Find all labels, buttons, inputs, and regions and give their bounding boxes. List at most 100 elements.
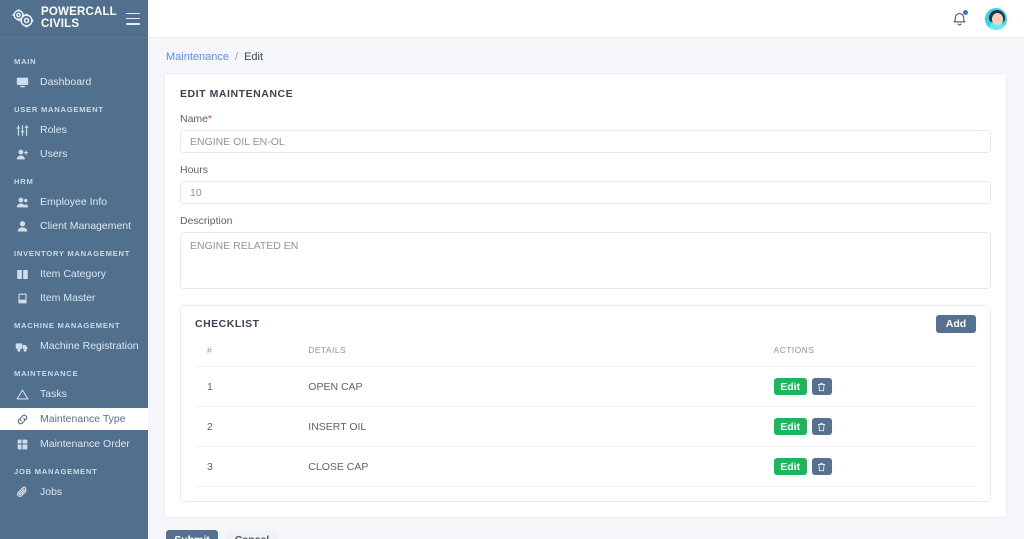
checklist-header: CHECKLIST Add (195, 315, 976, 333)
warning-triangle-icon (14, 387, 30, 401)
sidebar-item-employee-info[interactable]: Employee Info (0, 192, 148, 212)
sidebar-item-dashboard[interactable]: Dashboard (0, 72, 148, 92)
sidebar-section-machine-management: MACHINE MANAGEMENT (14, 321, 121, 330)
checklist-tbody: 1 OPEN CAP Edit 2 INSERT OIL Edit 3 CLOS… (195, 366, 976, 487)
sidebar-item-jobs[interactable]: Jobs (0, 482, 148, 502)
sidebar-item-label: Jobs (40, 486, 63, 498)
field-name: Name* (180, 113, 991, 153)
row-actions: Edit (773, 366, 976, 407)
checklist-header-row: # DETAILS ACTIONS (195, 345, 976, 367)
sidebar-item-item-category[interactable]: Item Category (0, 264, 148, 284)
row-num: 2 (195, 406, 309, 447)
submit-button[interactable]: Submit (166, 530, 218, 539)
delete-button[interactable] (811, 418, 832, 435)
brand-header: POWERCALL CIVILS (0, 0, 148, 38)
sidebar: POWERCALL CIVILS MAIN Dashboard USER MAN… (0, 0, 148, 539)
edit-button[interactable]: Edit (773, 458, 807, 475)
notification-dot (963, 9, 968, 15)
sidebar-item-maintenance-type[interactable]: Maintenance Type (0, 408, 148, 430)
sidebar-section-main: MAIN (14, 57, 37, 66)
cancel-button[interactable]: Cancel (226, 530, 278, 539)
row-actions: Edit (773, 406, 976, 447)
sidebar-item-label: Tasks (40, 388, 67, 400)
app-root: POWERCALL CIVILS MAIN Dashboard USER MAN… (0, 0, 1024, 539)
brand-title: POWERCALL CIVILS (41, 6, 117, 30)
row-num: 3 (195, 446, 309, 487)
table-row: 3 CLOSE CAP Edit (195, 446, 976, 487)
checklist-title: CHECKLIST (195, 318, 260, 330)
name-label: Name* (180, 113, 991, 125)
sidebar-item-label: Dashboard (40, 76, 92, 88)
row-details: CLOSE CAP (308, 446, 774, 487)
user-avatar[interactable] (984, 6, 1008, 31)
edit-button[interactable]: Edit (773, 418, 807, 435)
bell-icon[interactable] (948, 8, 970, 30)
sidebar-item-label: Roles (40, 124, 67, 136)
description-label: Description (180, 215, 233, 227)
avatar-face (991, 12, 1003, 25)
delete-button[interactable] (811, 458, 832, 475)
sidebar-item-item-master[interactable]: Item Master (0, 288, 148, 308)
sidebar-section-job-management: JOB MANAGEMENT (14, 467, 98, 476)
add-button[interactable]: Add (936, 315, 976, 333)
user-plus-icon (14, 147, 30, 161)
sidebar-nav: MAIN Dashboard USER MANAGEMENT Roles Use… (0, 38, 148, 539)
column-header-details: DETAILS (308, 345, 774, 367)
checklist-table: # DETAILS ACTIONS 1 OPEN CAP Edit 2 INSE… (195, 345, 976, 487)
hours-input[interactable] (180, 181, 991, 204)
sidebar-item-label: Item Category (40, 268, 106, 280)
user-icon (14, 219, 30, 233)
breadcrumb: Maintenance / Edit (164, 38, 1008, 73)
sidebar-item-label: Users (40, 148, 68, 160)
hamburger-icon[interactable] (126, 12, 140, 25)
breadcrumb-current: Edit (244, 51, 264, 63)
trash-icon (817, 422, 826, 431)
required-marker: * (208, 114, 212, 125)
checklist-thead: # DETAILS ACTIONS (195, 345, 976, 367)
name-input[interactable] (180, 130, 991, 153)
description-textarea[interactable]: ENGINE RELATED EN (180, 232, 991, 289)
page-title: EDIT MAINTENANCE (180, 88, 294, 100)
grid-icon (14, 437, 30, 451)
edit-button[interactable]: Edit (773, 378, 807, 395)
field-hours: Hours (180, 164, 991, 204)
breadcrumb-link-maintenance[interactable]: Maintenance (166, 51, 229, 63)
users-icon (14, 195, 30, 209)
sidebar-item-label: Item Master (40, 292, 96, 304)
delete-button[interactable] (811, 378, 832, 395)
sliders-icon (14, 123, 30, 137)
brand-line-2: CIVILS (41, 17, 80, 30)
field-description: Description ENGINE RELATED EN (180, 215, 991, 294)
breadcrumb-separator: / (235, 51, 239, 63)
sidebar-item-machine-registration[interactable]: Machine Registration (0, 336, 148, 356)
content-area: Maintenance / Edit EDIT MAINTENANCE Name… (148, 38, 1024, 539)
row-num: 1 (195, 366, 309, 407)
trash-icon (817, 462, 826, 471)
dashboard-icon (14, 75, 30, 89)
sidebar-item-roles[interactable]: Roles (0, 120, 148, 140)
sidebar-item-label: Employee Info (40, 196, 108, 208)
sidebar-section-user-management: USER MANAGEMENT (14, 105, 104, 114)
sidebar-item-maintenance-order[interactable]: Maintenance Order (0, 434, 148, 454)
checklist-card: CHECKLIST Add # DETAILS ACTIONS 1 OPEN C… (180, 305, 991, 502)
name-label-text: Name (180, 113, 209, 125)
row-actions: Edit (773, 446, 976, 487)
sidebar-item-users[interactable]: Users (0, 144, 148, 164)
sidebar-item-label: Maintenance Order (40, 438, 130, 450)
row-details: INSERT OIL (308, 406, 774, 447)
book-icon (14, 267, 30, 281)
column-header-num: # (195, 345, 309, 367)
sidebar-section-inventory-management: INVENTORY MANAGEMENT (14, 249, 131, 258)
topbar (148, 0, 1024, 38)
edit-maintenance-card: EDIT MAINTENANCE Name* Hours Description… (164, 73, 1007, 518)
link-icon (14, 412, 30, 426)
sidebar-item-label: Client Management (40, 220, 132, 232)
sidebar-item-client-management[interactable]: Client Management (0, 216, 148, 236)
file-icon (14, 291, 30, 305)
column-header-actions: ACTIONS (773, 345, 976, 367)
sidebar-section-maintenance: MAINTENANCE (14, 369, 79, 378)
form-actions: Submit Cancel (164, 530, 1008, 539)
gears-icon (10, 7, 36, 31)
sidebar-item-label: Maintenance Type (40, 413, 126, 425)
sidebar-item-tasks[interactable]: Tasks (0, 384, 148, 404)
